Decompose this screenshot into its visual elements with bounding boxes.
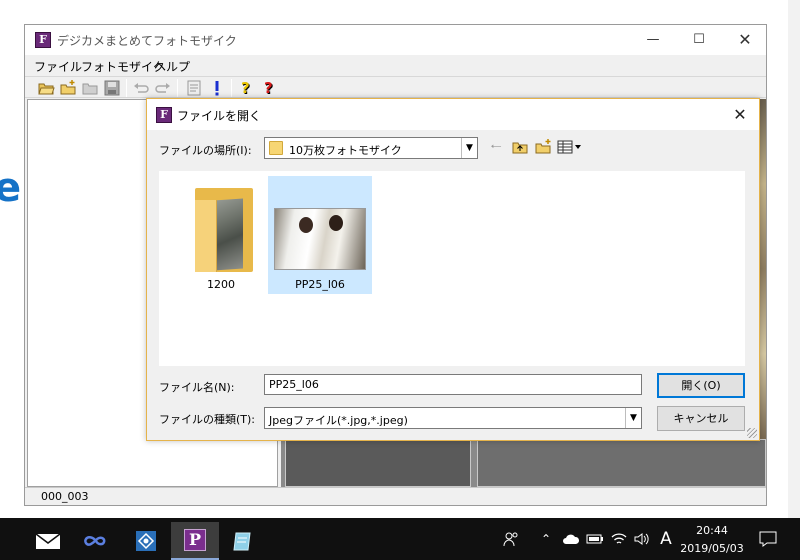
volume-icon[interactable] (632, 518, 652, 560)
main-titlebar: F デジカメまとめてフォトモザイク — ☐ ✕ (25, 25, 766, 55)
battery-icon[interactable] (585, 518, 605, 560)
clock-time[interactable]: 20:44 (688, 524, 736, 537)
clock-date[interactable]: 2019/05/03 (680, 542, 744, 555)
menubar: ファイル フォトモザイク ヘルプ (25, 55, 766, 75)
new-folder-icon[interactable] (533, 137, 553, 157)
ime-indicator[interactable]: A (656, 518, 676, 560)
photomosaic-app-icon: P (184, 529, 206, 551)
svg-text:?: ? (241, 79, 250, 97)
open-file-dialog: F ファイルを開く ✕ ファイルの場所(I): 10万枚フォトモザイク ▼ 🠀 … (146, 98, 760, 441)
settings-app-icon[interactable] (122, 522, 170, 560)
open-folder-icon[interactable] (37, 79, 55, 97)
photomosaic-taskbar-icon[interactable]: P (171, 522, 219, 560)
back-arrow-icon[interactable]: 🠀 (487, 137, 505, 157)
exclamation-icon[interactable] (208, 79, 226, 97)
status-text: 000_003 (41, 490, 89, 503)
help-icon[interactable]: ?? (238, 79, 256, 98)
file-item-folder[interactable]: 1200 (169, 176, 273, 294)
resize-grip[interactable] (747, 428, 757, 438)
context-help-icon[interactable]: ?? (261, 79, 279, 98)
onedrive-icon[interactable] (561, 518, 581, 560)
app-icon: F (35, 32, 51, 48)
thumbnail-person (299, 217, 313, 233)
toolbar: ?? ?? (25, 76, 766, 98)
undo-icon (132, 79, 150, 97)
file-type-dropdown[interactable]: Jpegファイル(*.jpg,*.jpeg) ▼ (264, 407, 642, 429)
open-button[interactable]: 開く(O) (657, 373, 745, 398)
dropdown-arrow-icon[interactable]: ▼ (461, 138, 477, 158)
notepad-app-icon[interactable] (219, 522, 267, 560)
dialog-title: ファイルを開く (177, 109, 262, 123)
new-folder-icon[interactable] (59, 79, 77, 97)
wifi-icon[interactable] (609, 518, 629, 560)
file-item-image[interactable]: PP25_l06 (268, 176, 372, 294)
look-in-value: 10万枚フォトモザイク (289, 144, 402, 157)
file-type-value: Jpegファイル(*.jpg,*.jpeg) (269, 414, 408, 427)
window-title: デジカメまとめてフォトモザイク (57, 34, 237, 48)
notification-icon[interactable] (756, 518, 780, 560)
preview-cell (285, 439, 471, 487)
edge-browser-icon[interactable]: e (0, 168, 21, 208)
dialog-close-button[interactable]: ✕ (725, 103, 755, 127)
up-folder-icon[interactable] (510, 137, 530, 157)
redo-icon (154, 79, 172, 97)
cancel-button[interactable]: キャンセル (657, 406, 745, 431)
maximize-button[interactable]: ☐ (676, 25, 722, 55)
file-name-field-label: ファイル名(N): (159, 381, 235, 394)
desktop-background-strip (788, 0, 800, 518)
file-name-input[interactable] (264, 374, 642, 395)
dialog-titlebar: F ファイルを開く ✕ (147, 99, 759, 130)
chevron-up-icon[interactable]: ⌃ (538, 518, 554, 560)
menu-file[interactable]: ファイル (34, 58, 82, 75)
preview-cell (477, 439, 766, 487)
dropdown-arrow-icon[interactable]: ▼ (625, 408, 641, 428)
infinity-app-icon[interactable] (72, 522, 120, 560)
file-type-field-label: ファイルの種類(T): (159, 413, 256, 426)
look-in-dropdown[interactable]: 10万枚フォトモザイク ▼ (264, 137, 478, 159)
dialog-app-icon: F (156, 107, 172, 123)
file-list[interactable]: 1200 PP25_l06 (159, 171, 745, 366)
folder-icon (269, 141, 283, 155)
statusbar: 000_003 (25, 487, 766, 505)
save-icon (103, 79, 121, 97)
menu-photomosaic[interactable]: フォトモザイク (81, 58, 165, 75)
close-button[interactable]: ✕ (722, 25, 768, 55)
file-name-label: PP25_l06 (295, 278, 345, 291)
image-thumbnail (274, 208, 366, 270)
view-menu-icon[interactable] (557, 137, 583, 157)
taskbar: P ⌃ A 20:44 2019/05/03 (0, 518, 800, 560)
minimize-button[interactable]: — (630, 25, 676, 55)
svg-text:?: ? (264, 79, 273, 97)
thumbnail-person (329, 215, 343, 231)
menu-help[interactable]: ヘルプ (154, 58, 190, 75)
folder-front-flap (195, 200, 217, 272)
look-in-label: ファイルの場所(I): (159, 144, 252, 157)
properties-icon (185, 79, 203, 97)
disabled-folder-icon (81, 79, 99, 97)
people-icon[interactable] (500, 518, 522, 560)
mail-icon[interactable] (24, 522, 72, 560)
file-name-label: 1200 (207, 278, 235, 291)
